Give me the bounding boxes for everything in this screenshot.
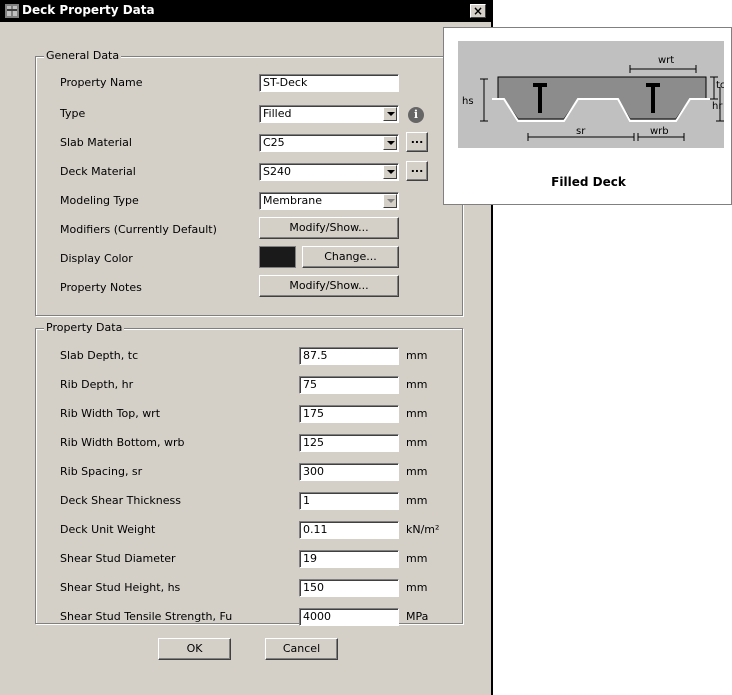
property-row-input[interactable]: 300 (299, 463, 399, 481)
change-color-button[interactable]: Change... (302, 246, 399, 268)
dim-wrb: wrb (650, 126, 669, 137)
deck-material-browse-button[interactable]: ... (406, 161, 428, 181)
notes-modify-button[interactable]: Modify/Show... (259, 275, 399, 297)
modeling-type-label: Modeling Type (60, 194, 139, 207)
property-row-input[interactable]: 125 (299, 434, 399, 452)
deck-preview-panel: wrt tc hr hs sr wrb Filled Deck (443, 27, 732, 205)
property-row-input[interactable]: 75 (299, 376, 399, 394)
property-row-label: Shear Stud Tensile Strength, Fu (60, 610, 233, 623)
dim-hr: hr (712, 101, 723, 112)
preview-caption: Filled Deck (551, 175, 626, 189)
title-bar: Deck Property Data × (0, 0, 491, 22)
deck-material-label: Deck Material (60, 165, 136, 178)
slab-material-select[interactable]: C25 (259, 134, 399, 152)
modifiers-label: Modifiers (Currently Default) (60, 223, 217, 236)
property-row-label: Shear Stud Height, hs (60, 581, 181, 594)
property-row-unit: mm (406, 552, 428, 565)
window-title: Deck Property Data (22, 3, 155, 17)
property-row-unit: MPa (406, 610, 429, 623)
property-row-label: Rib Width Bottom, wrb (60, 436, 185, 449)
cancel-button[interactable]: Cancel (265, 638, 338, 660)
type-value: Filled (263, 107, 292, 120)
modeling-type-value: Membrane (263, 194, 322, 207)
ok-button[interactable]: OK (158, 638, 231, 660)
type-label: Type (60, 107, 86, 120)
property-row-unit: mm (406, 378, 428, 391)
close-icon: × (472, 4, 484, 18)
property-row-label: Rib Depth, hr (60, 378, 134, 391)
property-row-label: Rib Spacing, sr (60, 465, 143, 478)
property-row-label: Deck Shear Thickness (60, 494, 181, 507)
slab-material-label: Slab Material (60, 136, 132, 149)
property-row-unit: mm (406, 407, 428, 420)
property-row-input[interactable]: 0.11 (299, 521, 399, 539)
chevron-down-icon[interactable] (383, 165, 397, 179)
property-row-label: Rib Width Top, wrt (60, 407, 161, 420)
display-color-swatch (259, 246, 296, 268)
deck-property-dialog: Deck Property Data × General Data Proper… (0, 0, 493, 695)
property-row-input[interactable]: 150 (299, 579, 399, 597)
info-icon[interactable]: i (408, 107, 424, 123)
app-icon (5, 4, 19, 18)
property-row-unit: mm (406, 581, 428, 594)
property-row-unit: mm (406, 494, 428, 507)
modeling-type-select: Membrane (259, 192, 399, 210)
modifiers-modify-button[interactable]: Modify/Show... (259, 217, 399, 239)
dim-hs: hs (462, 96, 474, 107)
property-row-input[interactable]: 175 (299, 405, 399, 423)
slab-material-browse-button[interactable]: ... (406, 132, 428, 152)
property-row-input[interactable]: 87.5 (299, 347, 399, 365)
close-button[interactable]: × (470, 4, 486, 18)
chevron-down-icon[interactable] (383, 136, 397, 150)
property-name-label: Property Name (60, 76, 143, 89)
property-row-input[interactable]: 4000 (299, 608, 399, 626)
property-name-input[interactable]: ST-Deck (259, 74, 399, 92)
chevron-down-icon[interactable] (383, 107, 397, 121)
property-row-input[interactable]: 1 (299, 492, 399, 510)
property-row-unit: mm (406, 465, 428, 478)
property-notes-label: Property Notes (60, 281, 142, 294)
deck-material-select[interactable]: S240 (259, 163, 399, 181)
property-row-unit: mm (406, 436, 428, 449)
property-row-label: Deck Unit Weight (60, 523, 156, 536)
property-data-title: Property Data (44, 321, 125, 334)
property-row-label: Shear Stud Diameter (60, 552, 176, 565)
type-select[interactable]: Filled (259, 105, 399, 123)
filled-deck-diagram: wrt tc hr hs sr wrb (458, 41, 724, 148)
deck-material-value: S240 (263, 165, 291, 178)
dim-wrt: wrt (658, 55, 674, 66)
property-row-unit: kN/m² (406, 523, 440, 536)
slab-material-value: C25 (263, 136, 285, 149)
property-row-unit: mm (406, 349, 428, 362)
dim-sr: sr (576, 126, 586, 137)
chevron-down-icon (383, 194, 397, 208)
property-row-label: Slab Depth, tc (60, 349, 139, 362)
property-row-input[interactable]: 19 (299, 550, 399, 568)
display-color-label: Display Color (60, 252, 133, 265)
general-data-title: General Data (44, 49, 122, 62)
dim-tc: tc (716, 80, 724, 91)
